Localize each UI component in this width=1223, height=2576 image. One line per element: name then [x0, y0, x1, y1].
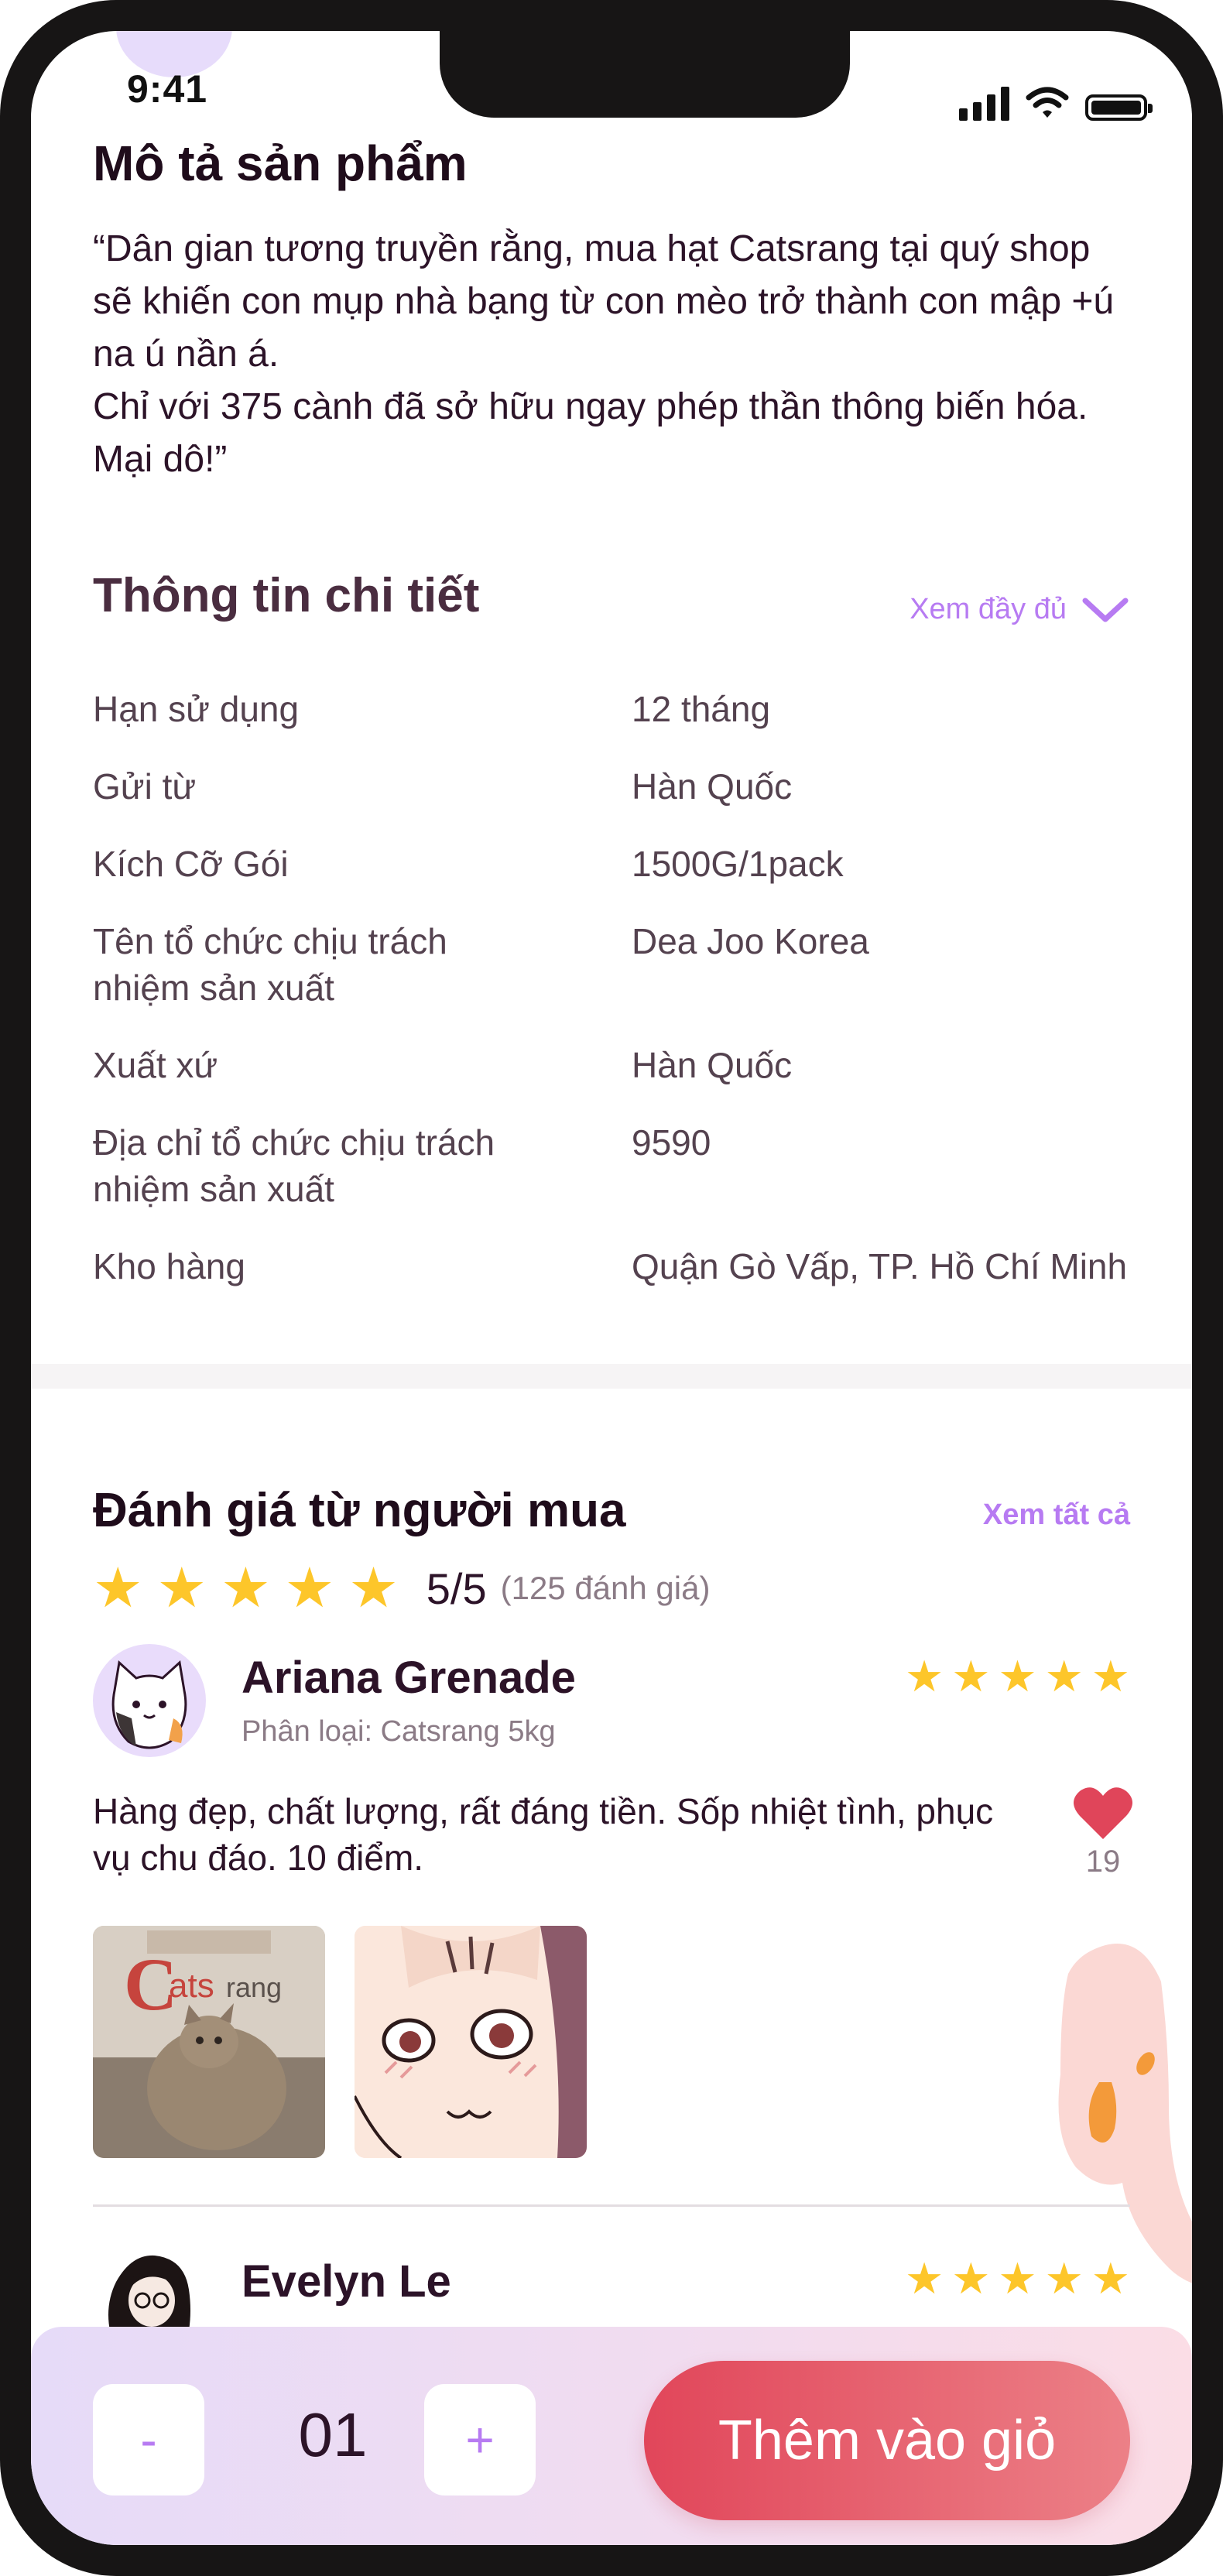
star-icon: ★ — [1044, 1652, 1084, 1701]
review-stars: ★ ★ ★ ★ ★ — [905, 1655, 1130, 1698]
star-icon: ★ — [998, 2254, 1037, 2303]
photo-brand-text: ats — [169, 1967, 214, 2005]
quantity-value: 01 — [298, 2400, 368, 2469]
detail-row: Kho hàng Quận Gò Vấp, TP. Hồ Chí Minh — [93, 1243, 1177, 1321]
status-time: 9:41 — [127, 67, 208, 111]
see-full-label: Xem đầy đủ — [910, 593, 1067, 625]
anime-photo — [355, 1926, 587, 2158]
star-icon: ★ — [951, 2254, 991, 2303]
detail-value: Dea Joo Korea — [632, 921, 869, 961]
phone-frame: 9:41 Mô tả sản phẩm “Dân gian tương truy… — [0, 0, 1223, 2576]
notch — [440, 31, 850, 118]
see-full-button[interactable]: Xem đầy đủ — [910, 593, 1130, 626]
detail-key: Gửi từ — [93, 766, 197, 807]
cat-avatar-icon — [111, 1660, 187, 1749]
status-icons — [959, 85, 1153, 121]
battery-icon — [1085, 94, 1153, 121]
description-line: “Dân gian tương truyền rằng, mua hạt Cat… — [93, 228, 1115, 375]
decrease-quantity-button[interactable]: - — [93, 2384, 204, 2496]
star-icon: ★ — [1091, 1652, 1130, 1701]
rating-count: (125 đánh giá) — [500, 1570, 711, 1606]
review-variant: Phân loại: Catsrang 5kg — [242, 1715, 556, 1748]
star-icon: ★ — [904, 2254, 944, 2303]
detail-row: Kích Cỡ Gói 1500G/1pack — [93, 841, 1177, 918]
description-line: Chỉ với 375 cành đã sở hữu ngay phép thầ… — [93, 386, 1088, 480]
details-title: Thông tin chi tiết — [93, 569, 480, 622]
star-icon: ★ — [284, 1557, 335, 1619]
star-icon: ★ — [1091, 2254, 1130, 2303]
star-icon: ★ — [1044, 2254, 1084, 2303]
detail-key: Kích Cỡ Gói — [93, 844, 289, 884]
detail-value: Hàn Quốc — [632, 1045, 793, 1085]
detail-value: Quận Gò Vấp, TP. Hồ Chí Minh — [632, 1246, 1128, 1286]
star-icon: ★ — [998, 1652, 1037, 1701]
star-icon: ★ — [93, 1557, 143, 1619]
detail-key: Tên tổ chức chịu trách nhiệm sản xuất — [93, 921, 447, 1008]
avatar — [93, 1644, 206, 1757]
review-text: Hàng đẹp, chất lượng, rất đáng tiền. Sốp… — [93, 1791, 994, 1878]
detail-value: Hàn Quốc — [632, 766, 793, 807]
chevron-down-icon — [1082, 598, 1129, 622]
like-button[interactable]: 19 — [1068, 1785, 1138, 1879]
detail-value: 12 tháng — [632, 689, 771, 729]
signal-icon — [959, 85, 1009, 121]
detail-key: Hạn sử dụng — [93, 689, 300, 729]
add-to-cart-button[interactable]: Thêm vào giỏ — [644, 2361, 1130, 2520]
reviewer-name: Ariana Grenade — [242, 1653, 576, 1703]
ghost-decoration — [1053, 1935, 1192, 2291]
section-divider — [31, 1364, 1192, 1389]
detail-value: 1500G/1pack — [632, 844, 844, 884]
rating-stars: ★ ★ ★ ★ ★ — [93, 1560, 399, 1616]
detail-row: Hạn sử dụng 12 tháng — [93, 686, 1177, 763]
heart-icon — [1074, 1787, 1132, 1839]
description-text: “Dân gian tương truyền rằng, mua hạt Cat… — [93, 223, 1130, 486]
see-all-button[interactable]: Xem tất cả — [983, 1499, 1130, 1532]
review-stars: ★ ★ ★ ★ ★ — [905, 2257, 1130, 2300]
detail-row: Tên tổ chức chịu trách nhiệm sản xuất De… — [93, 918, 1177, 1042]
review-photo[interactable] — [355, 1926, 587, 2158]
reviews-title: Đánh giá từ người mua — [93, 1484, 626, 1537]
wifi-icon — [1026, 87, 1069, 118]
reviewer-name: Evelyn Le — [242, 2256, 451, 2307]
increase-quantity-button[interactable]: + — [424, 2384, 536, 2496]
review-photo[interactable]: C ats rang — [93, 1926, 325, 2158]
detail-key: Kho hàng — [93, 1246, 245, 1286]
star-icon: ★ — [951, 1652, 991, 1701]
screen: 9:41 Mô tả sản phẩm “Dân gian tương truy… — [31, 31, 1192, 2545]
like-count: 19 — [1085, 1845, 1121, 1879]
star-icon: ★ — [904, 1652, 944, 1701]
rating-score: 5/5 — [426, 1564, 487, 1613]
photo-brand-text: rang — [226, 1971, 282, 2003]
detail-row: Gửi từ Hàn Quốc — [93, 763, 1177, 841]
star-icon: ★ — [156, 1557, 207, 1619]
star-icon: ★ — [348, 1557, 399, 1619]
detail-key: Xuất xứ — [93, 1045, 218, 1085]
description-title: Mô tả sản phẩm — [93, 135, 468, 191]
detail-row: Xuất xứ Hàn Quốc — [93, 1042, 1177, 1119]
catsrang-bag-photo: C ats rang — [93, 1926, 325, 2158]
rating-summary: ★ ★ ★ ★ ★ 5/5 (125 đánh giá) — [93, 1560, 710, 1616]
detail-key: Địa chỉ tổ chức chịu trách nhiệm sản xuấ… — [93, 1122, 495, 1209]
review-separator — [93, 2204, 1130, 2207]
star-icon: ★ — [221, 1557, 271, 1619]
details-table: Hạn sử dụng 12 tháng Gửi từ Hàn Quốc Kíc… — [93, 686, 1177, 1321]
detail-value: 9590 — [632, 1122, 711, 1163]
detail-row: Địa chỉ tổ chức chịu trách nhiệm sản xuấ… — [93, 1119, 1177, 1243]
